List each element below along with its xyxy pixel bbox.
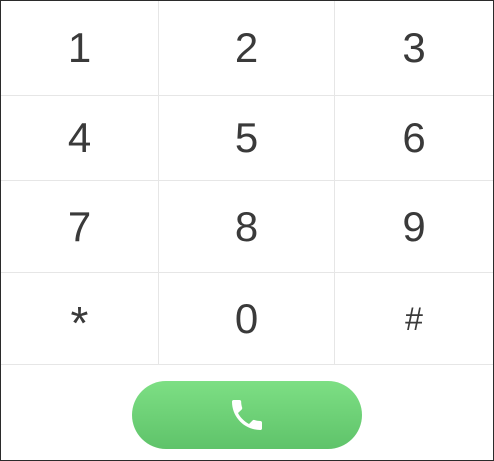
key-label: # [405, 300, 423, 337]
key-label: 7 [67, 202, 92, 250]
key-3[interactable]: 3 [335, 1, 493, 96]
key-label: 2 [234, 24, 259, 71]
key-label: 0 [234, 294, 259, 342]
key-label: 6 [402, 114, 426, 161]
call-button[interactable] [132, 380, 362, 449]
phone-icon [227, 395, 267, 435]
key-label: 3 [402, 24, 426, 71]
key-1[interactable]: 1 [1, 1, 159, 96]
dialer-window: 1 2 3 4 5 6 7 8 9 * 0 # [0, 0, 494, 461]
key-label: 8 [234, 202, 259, 250]
key-6[interactable]: 6 [335, 96, 493, 181]
key-label: 4 [67, 114, 92, 161]
key-star[interactable]: * [1, 273, 159, 365]
key-label: 5 [234, 114, 259, 161]
key-label: 1 [67, 24, 92, 71]
key-label: 9 [402, 202, 426, 250]
call-area [1, 365, 493, 460]
key-5[interactable]: 5 [159, 96, 335, 181]
key-2[interactable]: 2 [159, 1, 335, 96]
key-7[interactable]: 7 [1, 181, 159, 273]
key-hash[interactable]: # [335, 273, 493, 365]
key-9[interactable]: 9 [335, 181, 493, 273]
dial-keypad: 1 2 3 4 5 6 7 8 9 * 0 # [1, 1, 493, 365]
key-4[interactable]: 4 [1, 96, 159, 181]
key-0[interactable]: 0 [159, 273, 335, 365]
key-8[interactable]: 8 [159, 181, 335, 273]
key-label: * [70, 296, 89, 349]
